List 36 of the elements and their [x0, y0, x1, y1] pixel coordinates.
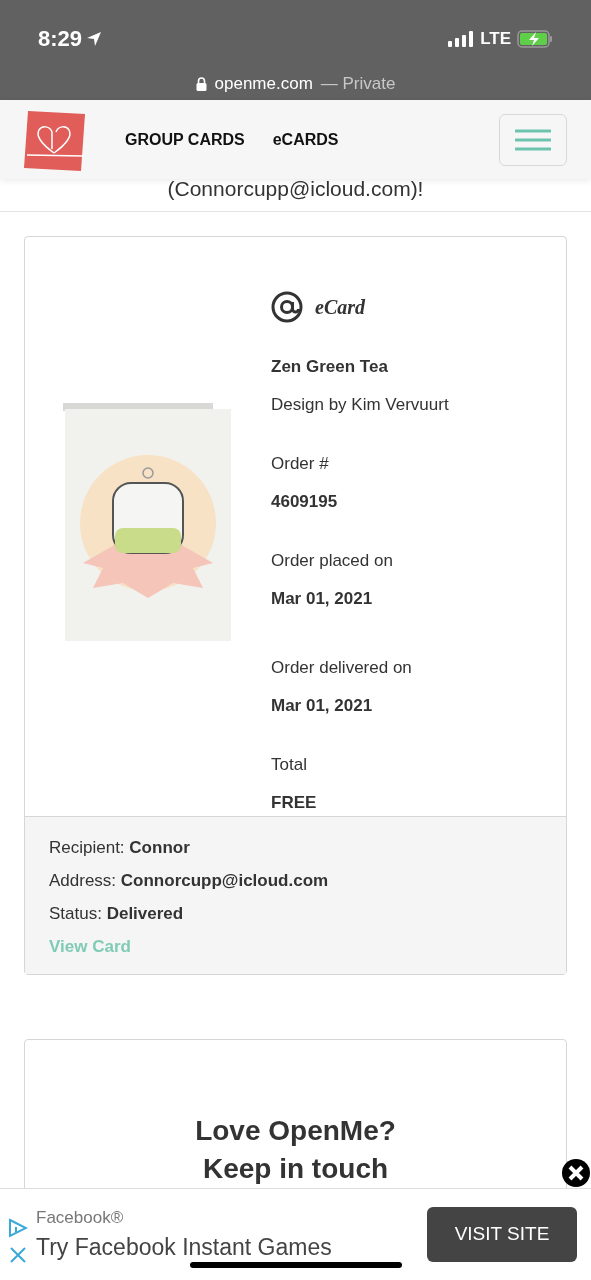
close-icon[interactable] — [561, 1158, 591, 1188]
card-type-label: eCard — [315, 295, 365, 320]
intro-text: (Connorcupp@icloud.com)! — [167, 176, 424, 202]
at-sign-icon — [271, 291, 303, 323]
card-title: Zen Green Tea — [271, 356, 389, 378]
battery-charging-icon — [517, 29, 553, 48]
field-label: Order placed on — [271, 550, 394, 572]
detail-text: Address: Connorcupp@icloud.com — [49, 870, 330, 892]
private-mode-label: — Private — [320, 73, 396, 95]
network-label: LTE — [480, 27, 511, 50]
field-value: FREE — [271, 791, 318, 814]
detail-text: Recipient: Connor — [49, 837, 191, 859]
nav-link[interactable]: eCARDS — [272, 127, 339, 152]
visit-site-button[interactable]: VISIT SITE — [427, 1207, 577, 1262]
field-label: Order delivered on — [271, 657, 413, 679]
nav-link[interactable]: GROUP CARDS — [125, 127, 245, 152]
clock-time: 8:29 — [38, 25, 83, 53]
ad-headline[interactable]: Try Facebook Instant Games — [36, 1230, 427, 1265]
url-text[interactable]: openme.com — [214, 71, 313, 97]
field-value: Mar 01, 2021 — [271, 694, 374, 717]
logo-icon[interactable] — [23, 108, 85, 171]
designer-text: Design by Kim Vervuurt — [271, 393, 450, 416]
location-arrow-icon — [86, 30, 103, 47]
field-label: Total — [271, 754, 308, 776]
field-value: Mar 01, 2021 — [271, 587, 374, 610]
field-label: Order # — [271, 453, 330, 475]
signal-icon — [448, 30, 475, 47]
field-value: 4609195 — [271, 490, 339, 513]
newsletter-title: Love OpenMe? — [195, 1114, 396, 1148]
ad-brand: Facebook® — [36, 1206, 125, 1229]
newsletter-title: Keep in touch — [202, 1152, 389, 1186]
menu-icon — [515, 128, 551, 151]
lock-icon — [195, 76, 207, 91]
ad-info-icon[interactable] — [8, 1217, 28, 1238]
detail-text: Status: Delivered — [49, 903, 185, 925]
menu-button[interactable] — [499, 113, 567, 166]
